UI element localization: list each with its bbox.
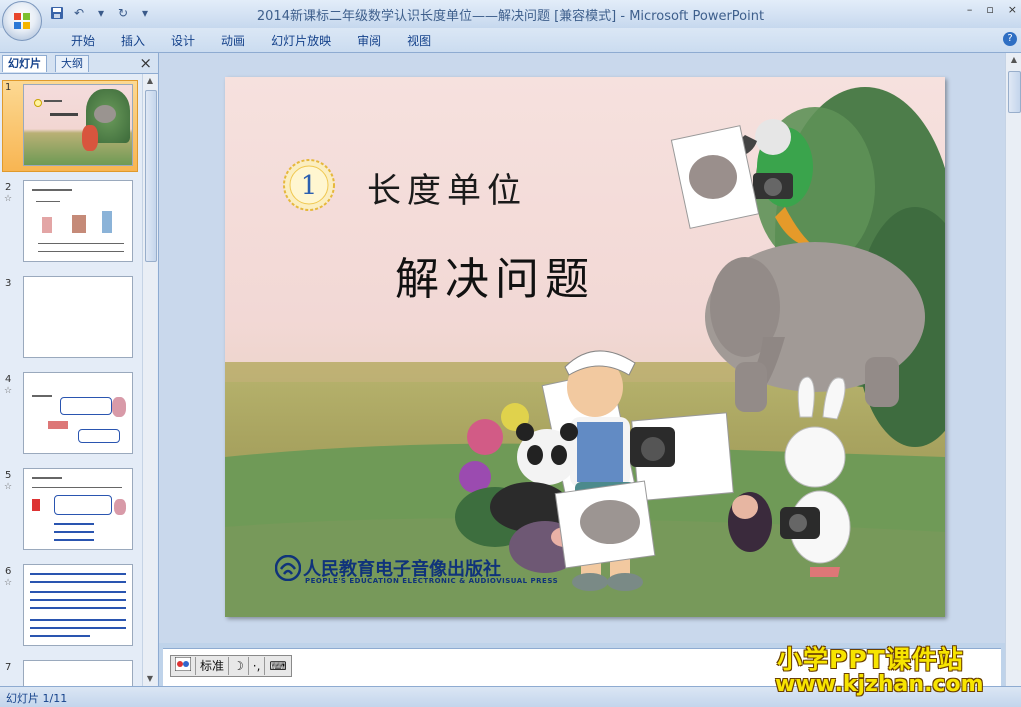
scroll-up-icon[interactable]: ▲ <box>1007 53 1021 67</box>
slide-thumbnail <box>23 660 133 686</box>
thumbnail-item-3[interactable]: 3 <box>0 274 142 364</box>
ribbon: 开始 插入 设计 动画 幻灯片放映 审阅 视图 ? <box>0 28 1021 53</box>
help-icon[interactable]: ? <box>1003 32 1017 46</box>
tab-review[interactable]: 审阅 <box>344 32 394 48</box>
thumbnail-number: 5 <box>5 470 12 481</box>
thumbnail-item-2[interactable]: 2 ☆ <box>0 178 142 268</box>
tab-design[interactable]: 设计 <box>158 32 208 48</box>
thumbnail-list: 1 2 ☆ 3 4 ☆ 5 ☆ 6 ☆ 7 <box>0 74 142 686</box>
redo-icon[interactable]: ↻ <box>114 4 132 22</box>
scroll-up-icon[interactable]: ▲ <box>143 74 157 88</box>
chevron-down-icon[interactable]: ▾ <box>92 4 110 22</box>
restore-button[interactable]: ▫ <box>986 3 993 16</box>
window-controls: – ▫ × <box>967 3 1017 16</box>
watermark-title: 小学PPT课件站 <box>777 645 964 674</box>
thumbnail-item-7[interactable]: 7 <box>0 658 142 686</box>
pane-tabs: 幻灯片 大纲 × <box>0 53 158 74</box>
tab-view[interactable]: 视图 <box>394 32 444 48</box>
thumbnail-item-1[interactable]: 1 <box>0 78 142 174</box>
thumbnail-item-6[interactable]: 6 ☆ <box>0 562 142 652</box>
animation-star-icon: ☆ <box>4 578 13 588</box>
publisher-logo-icon <box>275 555 301 581</box>
thumbnail-scrollbar[interactable]: ▲ ▼ <box>142 74 157 686</box>
publisher-name-english: PEOPLE'S EDUCATION ELECTRONIC & AUDIOVIS… <box>305 577 559 585</box>
editor-scrollbar[interactable]: ▲ <box>1005 53 1021 686</box>
slides-pane: 幻灯片 大纲 × 1 2 ☆ 3 4 ☆ 5 ☆ 6 ☆ 7 ▲ ▼ <box>0 53 159 686</box>
thumbnail-number: 3 <box>5 278 12 289</box>
slide-thumbnail <box>23 468 133 550</box>
thumbnail-item-5[interactable]: 5 ☆ <box>0 466 142 556</box>
slide-heading: 长度单位 <box>367 171 527 211</box>
thumbnail-number: 6 <box>5 566 12 577</box>
quick-access-toolbar: ↶ ▾ ↻ ▾ <box>48 4 154 22</box>
scroll-thumb[interactable] <box>145 90 157 262</box>
slide-thumbnail <box>23 372 133 454</box>
thumbnail-number: 1 <box>5 82 12 93</box>
title-bar: 2014新课标二年级数学认识长度单位——解决问题 [兼容模式] - Micros… <box>0 0 1021 28</box>
office-button[interactable] <box>2 1 42 41</box>
watermark-url: www.kjzhan.com <box>775 672 984 697</box>
slide-thumbnail <box>23 564 133 646</box>
scroll-thumb[interactable] <box>1008 71 1021 113</box>
thumbnail-number: 4 <box>5 374 12 385</box>
tab-outline[interactable]: 大纲 <box>55 55 89 72</box>
close-button[interactable]: × <box>1008 3 1017 16</box>
slide-thumbnail <box>23 84 133 166</box>
ime-toolbar: 标准 ☽ ·, ⌨ <box>170 655 292 677</box>
slide-counter: 幻灯片 1/11 <box>6 692 68 705</box>
customize-toolbar-icon[interactable]: ▾ <box>136 4 154 22</box>
animation-star-icon: ☆ <box>4 482 13 492</box>
tab-slideshow[interactable]: 幻灯片放映 <box>258 32 344 48</box>
slide-thumbnail <box>23 276 133 358</box>
tab-animations[interactable]: 动画 <box>208 32 258 48</box>
punctuation-icon[interactable]: ·, <box>249 657 266 675</box>
thumbnail-number: 7 <box>5 662 12 673</box>
office-logo-icon <box>14 13 30 29</box>
ime-logo-icon[interactable] <box>171 656 196 675</box>
tab-home[interactable]: 开始 <box>58 32 108 48</box>
slide-thumbnail <box>23 180 133 262</box>
ribbon-tabs: 开始 插入 设计 动画 幻灯片放映 审阅 视图 <box>58 32 444 48</box>
animation-star-icon: ☆ <box>4 194 13 204</box>
slide-title: 解决问题 <box>395 254 595 305</box>
badge-number: 1 <box>301 171 318 201</box>
half-width-moon-icon[interactable]: ☽ <box>229 657 249 675</box>
close-icon[interactable]: × <box>139 54 152 72</box>
save-icon[interactable] <box>48 4 66 22</box>
minimize-button[interactable]: – <box>967 3 973 16</box>
scroll-down-icon[interactable]: ▼ <box>143 672 157 686</box>
ime-mode-label[interactable]: 标准 <box>196 657 230 675</box>
tab-insert[interactable]: 插入 <box>108 32 158 48</box>
thumbnail-item-4[interactable]: 4 ☆ <box>0 370 142 460</box>
tab-slides[interactable]: 幻灯片 <box>2 55 47 72</box>
current-slide[interactable]: 1 长度单位 解决问题 人民教育电子音像出版社 PEOPLE'S EDUCATI… <box>225 77 945 617</box>
thumbnail-number: 2 <box>5 182 12 193</box>
lesson-badge: 1 <box>283 159 335 211</box>
slide-illustration <box>225 77 945 617</box>
soft-keyboard-icon[interactable]: ⌨ <box>265 657 290 675</box>
undo-icon[interactable]: ↶ <box>70 4 88 22</box>
animation-star-icon: ☆ <box>4 386 13 396</box>
